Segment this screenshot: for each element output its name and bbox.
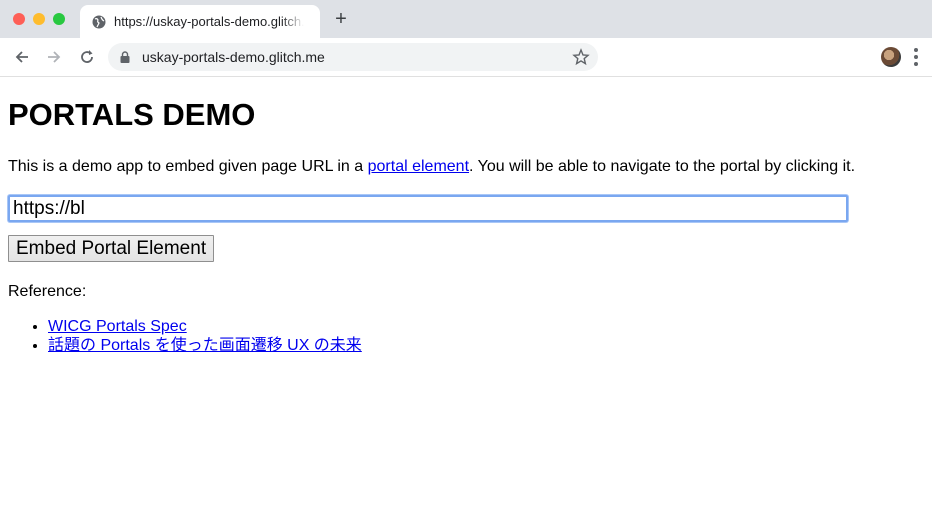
browser-menu-icon[interactable] (914, 48, 918, 66)
forward-icon[interactable] (44, 47, 64, 67)
lock-icon (120, 51, 130, 63)
url-input[interactable] (8, 195, 848, 222)
portals-ux-article-link[interactable]: 話題の Portals を使った画面遷移 UX の未来 (48, 337, 362, 354)
address-bar[interactable]: uskay-portals-demo.glitch.me (108, 43, 598, 71)
reload-icon[interactable] (77, 47, 97, 67)
profile-avatar[interactable] (881, 47, 901, 67)
url-text: uskay-portals-demo.glitch.me (142, 49, 325, 65)
page-content: PORTALS DEMO This is a demo app to embed… (0, 77, 932, 506)
list-item: 話題の Portals を使った画面遷移 UX の未来 (48, 336, 362, 355)
back-icon[interactable] (12, 47, 32, 67)
new-tab-button[interactable]: + (332, 9, 350, 29)
wicg-portals-spec-link[interactable]: WICG Portals Spec (48, 318, 187, 335)
browser-titlebar: https://uskay-portals-demo.glitch.me + (0, 0, 932, 38)
browser-tab[interactable]: https://uskay-portals-demo.glitch.me (80, 5, 320, 38)
tab-title: https://uskay-portals-demo.glitch.me (114, 14, 304, 29)
bookmark-star-icon[interactable] (572, 48, 590, 66)
intro-text-start: This is a demo app to embed given page U… (8, 158, 368, 175)
list-item: WICG Portals Spec (48, 317, 362, 336)
globe-icon (92, 15, 106, 29)
embed-portal-button[interactable]: Embed Portal Element (8, 235, 215, 262)
intro-text: This is a demo app to embed given page U… (8, 158, 855, 176)
browser-toolbar: uskay-portals-demo.glitch.me (0, 38, 932, 77)
reference-label: Reference: (8, 283, 87, 300)
intro-text-end: . You will be able to navigate to the po… (469, 158, 856, 175)
minimize-window-button[interactable] (33, 13, 45, 25)
close-window-button[interactable] (13, 13, 25, 25)
maximize-window-button[interactable] (53, 13, 65, 25)
reference-list: WICG Portals Spec 話題の Portals を使った画面遷移 U… (8, 317, 362, 355)
portal-element-link[interactable]: portal element (368, 158, 469, 175)
page-title: PORTALS DEMO (8, 97, 256, 132)
